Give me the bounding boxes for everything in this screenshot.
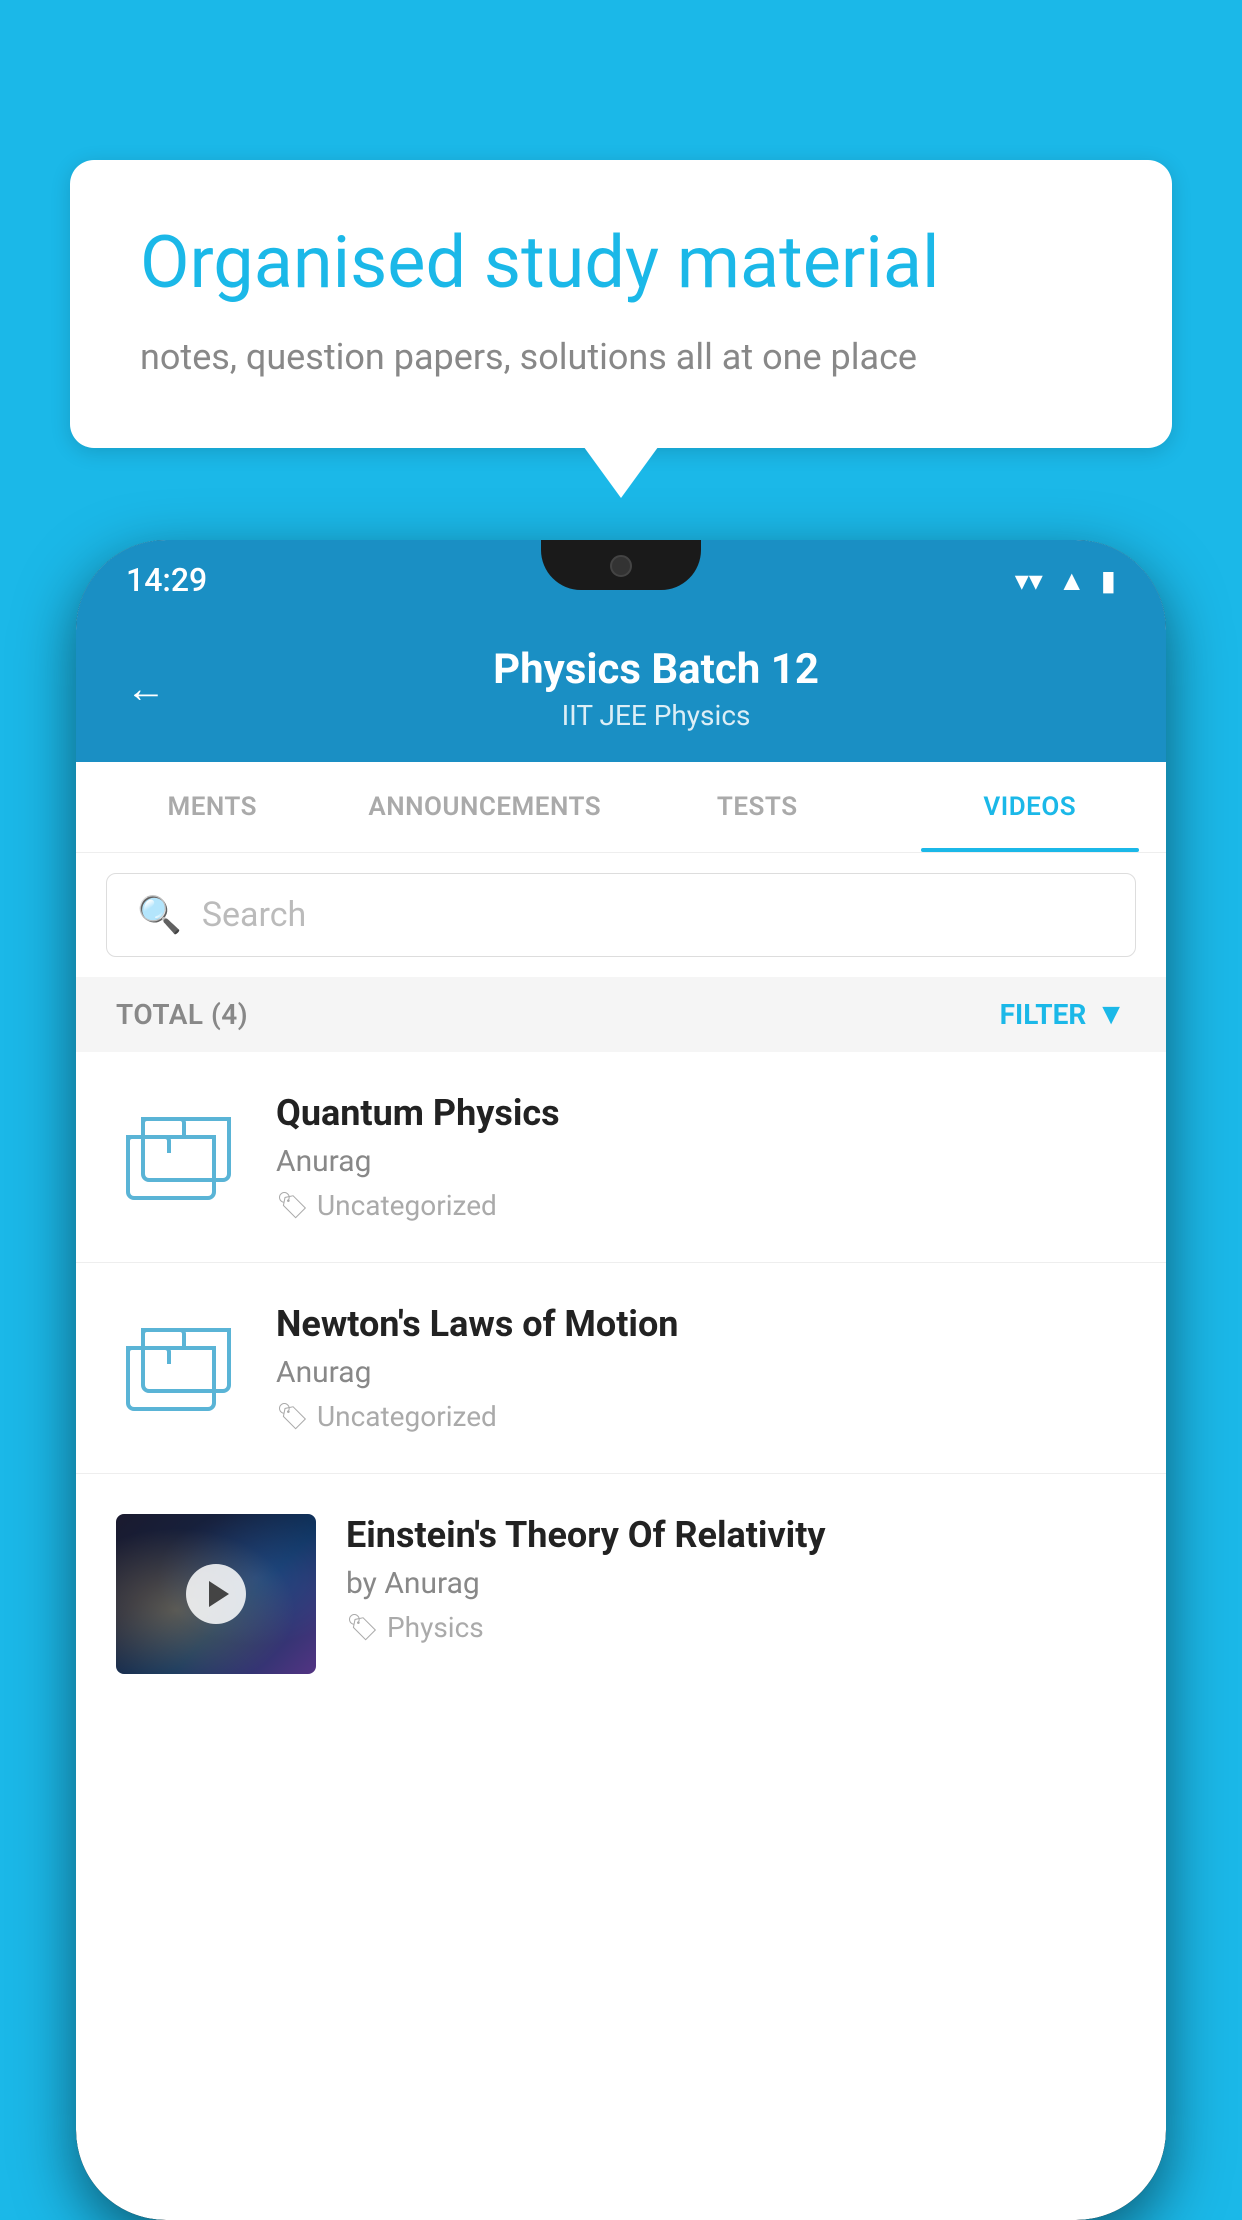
folder-thumb-1: [116, 1092, 246, 1222]
video-author: Anurag: [276, 1144, 1126, 1179]
video-author: Anurag: [276, 1355, 1126, 1390]
phone-screen: 14:29 ▾▾ ▲ ▮ ← Physics Batch 12 IIT JEE …: [76, 540, 1166, 2220]
list-item[interactable]: Einstein's Theory Of Relativity by Anura…: [76, 1474, 1166, 1714]
search-container: 🔍 Search: [76, 853, 1166, 977]
folder-icon: [126, 1318, 236, 1418]
filter-icon: ▼: [1096, 997, 1126, 1032]
back-button[interactable]: ←: [126, 665, 166, 712]
folder-thumb-2: [116, 1303, 246, 1433]
filter-button[interactable]: FILTER ▼: [1000, 997, 1126, 1032]
filter-label: FILTER: [1000, 998, 1087, 1031]
video-title: Newton's Laws of Motion: [276, 1303, 1126, 1345]
battery-icon: ▮: [1101, 564, 1116, 597]
video-info-3: Einstein's Theory Of Relativity by Anura…: [346, 1514, 1126, 1644]
video-tag: 🏷 Physics: [346, 1611, 1126, 1644]
play-icon: [209, 1581, 229, 1607]
batch-title: Physics Batch 12: [196, 645, 1116, 694]
search-bar[interactable]: 🔍 Search: [106, 873, 1136, 957]
speech-bubble: Organised study material notes, question…: [70, 160, 1172, 448]
tab-tests[interactable]: TESTS: [621, 762, 894, 852]
list-item[interactable]: Newton's Laws of Motion Anurag 🏷 Uncateg…: [76, 1263, 1166, 1474]
status-time: 14:29: [126, 561, 207, 599]
video-author: by Anurag: [346, 1566, 1126, 1601]
list-item[interactable]: Quantum Physics Anurag 🏷 Uncategorized: [76, 1052, 1166, 1263]
tag-icon: 🏷: [346, 1613, 379, 1643]
video-thumbnail: [116, 1514, 316, 1674]
total-count: TOTAL (4): [116, 998, 248, 1031]
folder-icon: [126, 1107, 236, 1207]
tab-bar: MENTS ANNOUNCEMENTS TESTS VIDEOS: [76, 762, 1166, 853]
bubble-subtitle: notes, question papers, solutions all at…: [140, 336, 1102, 378]
tab-videos[interactable]: VIDEOS: [894, 762, 1167, 852]
tag-icon: 🏷: [276, 1191, 309, 1221]
bubble-title: Organised study material: [140, 220, 1102, 306]
video-info-1: Quantum Physics Anurag 🏷 Uncategorized: [276, 1092, 1126, 1222]
video-title: Einstein's Theory Of Relativity: [346, 1514, 1126, 1556]
tab-ments[interactable]: MENTS: [76, 762, 349, 852]
video-title: Quantum Physics: [276, 1092, 1126, 1134]
phone-device: 14:29 ▾▾ ▲ ▮ ← Physics Batch 12 IIT JEE …: [76, 540, 1166, 2220]
signal-icon: ▲: [1058, 564, 1086, 597]
batch-subtitle: IIT JEE Physics: [196, 699, 1116, 732]
notch: [541, 540, 701, 590]
status-bar: 14:29 ▾▾ ▲ ▮: [76, 540, 1166, 620]
play-button[interactable]: [186, 1564, 246, 1624]
camera: [610, 555, 632, 577]
video-tag: 🏷 Uncategorized: [276, 1189, 1126, 1222]
wifi-icon: ▾▾: [1015, 564, 1043, 597]
app-header: ← Physics Batch 12 IIT JEE Physics: [76, 620, 1166, 762]
tab-announcements[interactable]: ANNOUNCEMENTS: [349, 762, 622, 852]
phone-wrapper: 14:29 ▾▾ ▲ ▮ ← Physics Batch 12 IIT JEE …: [75, 540, 1167, 2208]
filter-bar: TOTAL (4) FILTER ▼: [76, 977, 1166, 1052]
video-list: Quantum Physics Anurag 🏷 Uncategorized: [76, 1052, 1166, 1714]
search-icon: 🔍: [137, 894, 182, 936]
video-tag: 🏷 Uncategorized: [276, 1400, 1126, 1433]
header-title-block: Physics Batch 12 IIT JEE Physics: [196, 645, 1116, 732]
status-icons: ▾▾ ▲ ▮: [1015, 564, 1116, 597]
speech-bubble-wrapper: Organised study material notes, question…: [70, 160, 1172, 448]
search-placeholder: Search: [202, 895, 306, 935]
video-info-2: Newton's Laws of Motion Anurag 🏷 Uncateg…: [276, 1303, 1126, 1433]
tag-icon: 🏷: [276, 1402, 309, 1432]
